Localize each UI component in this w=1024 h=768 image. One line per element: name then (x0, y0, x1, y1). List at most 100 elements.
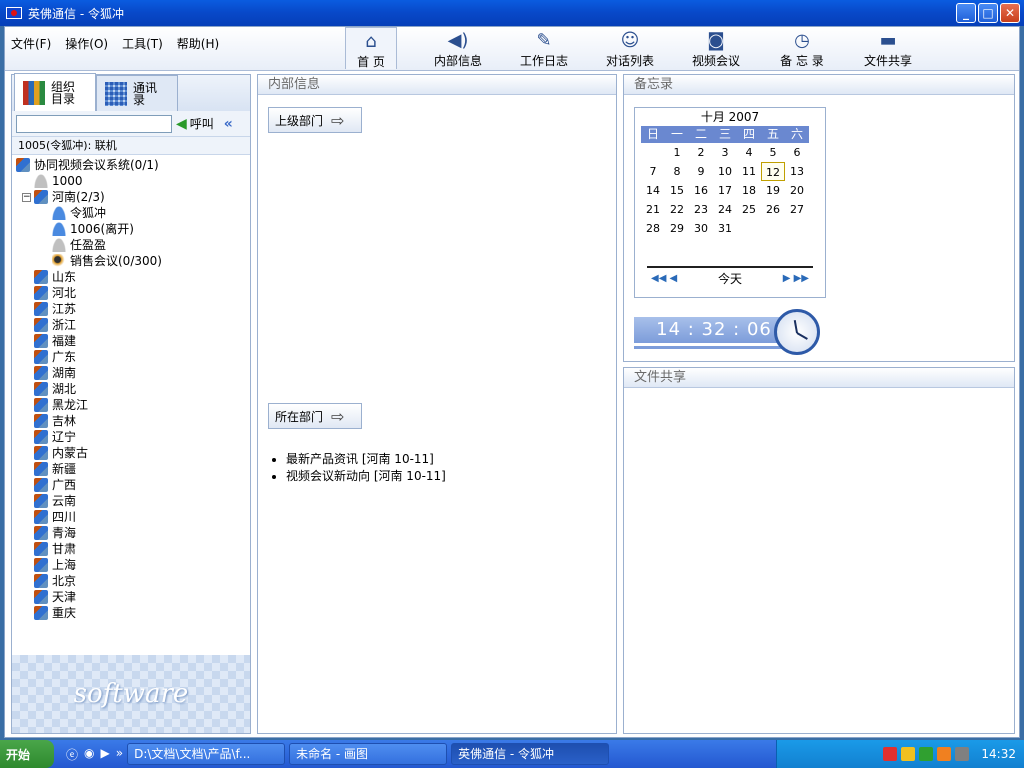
next-year-icon[interactable]: ▶ ▶▶ (783, 273, 809, 284)
tray-clock[interactable]: 14:32 (981, 747, 1016, 761)
tray-icon[interactable] (937, 747, 952, 761)
tree-node[interactable]: 广西 (12, 477, 250, 493)
calendar-day[interactable]: 21 (641, 200, 665, 219)
collapse-icon[interactable]: « (224, 116, 233, 132)
calendar-day[interactable]: 13 (785, 162, 809, 181)
toolbar-video-meeting[interactable]: ◙ 视频会议 (673, 27, 759, 69)
menu-tools[interactable]: 工具(T) (122, 35, 163, 52)
prev-year-icon[interactable]: ◀◀ ◀ (651, 273, 677, 284)
tree-node[interactable]: 1006(离开) (12, 221, 250, 237)
toolbar-work-log[interactable]: ✎ 工作日志 (501, 27, 587, 69)
calendar-day[interactable]: 18 (737, 181, 761, 200)
calendar-day[interactable]: 3 (713, 143, 737, 162)
tree-node[interactable]: 云南 (12, 493, 250, 509)
calendar-day[interactable]: 24 (713, 200, 737, 219)
tree-node[interactable]: 协同视频会议系统(0/1) (12, 157, 250, 173)
calendar-day[interactable]: 29 (665, 219, 689, 238)
tree-node[interactable]: 内蒙古 (12, 445, 250, 461)
calendar-day[interactable]: 19 (761, 181, 785, 200)
tree-node[interactable]: 浙江 (12, 317, 250, 333)
tree-node[interactable]: 北京 (12, 573, 250, 589)
ie-icon[interactable]: ⓔ (66, 746, 78, 763)
tab-contacts[interactable]: 通讯 录 (96, 75, 178, 111)
tree-node[interactable]: 广东 (12, 349, 250, 365)
tree-node[interactable]: 上海 (12, 557, 250, 573)
close-button[interactable]: ✕ (1000, 3, 1020, 23)
tree-node[interactable]: 天津 (12, 589, 250, 605)
tree-node[interactable]: 甘肃 (12, 541, 250, 557)
tree-node[interactable]: 销售会议(0/300) (12, 253, 250, 269)
tree-node[interactable]: 任盈盈 (12, 237, 250, 253)
calendar-day[interactable]: 4 (737, 143, 761, 162)
menu-file[interactable]: 文件(F) (11, 35, 51, 52)
calendar-day[interactable]: 25 (737, 200, 761, 219)
tree-node[interactable]: 重庆 (12, 605, 250, 621)
toolbar-chat-list[interactable]: ☺ 对话列表 (587, 27, 673, 69)
calendar-day[interactable]: 7 (641, 162, 665, 181)
tree-node[interactable]: 1000 (12, 173, 250, 189)
tree-node[interactable]: 湖南 (12, 365, 250, 381)
tree-node[interactable]: 山东 (12, 269, 250, 285)
tree-node[interactable]: 新疆 (12, 461, 250, 477)
calendar-day[interactable]: 12 (761, 162, 785, 181)
start-button[interactable]: 开始 (0, 740, 54, 768)
calendar-day[interactable]: 16 (689, 181, 713, 200)
calendar-day[interactable]: 5 (761, 143, 785, 162)
menu-help[interactable]: 帮助(H) (177, 35, 219, 52)
tray-icon[interactable] (919, 747, 934, 761)
upper-dept-button[interactable]: 上级部门 ⇨ (268, 107, 362, 133)
tree-node[interactable]: 黑龙江 (12, 397, 250, 413)
tree-expander-icon[interactable]: − (22, 192, 31, 202)
tree-node[interactable]: 四川 (12, 509, 250, 525)
calendar-day[interactable]: 2 (689, 143, 713, 162)
toolbar-home[interactable]: ⌂ 首 页 (345, 27, 397, 69)
tree-node[interactable]: 辽宁 (12, 429, 250, 445)
calendar-day[interactable]: 20 (785, 181, 809, 200)
calendar-day[interactable]: 15 (665, 181, 689, 200)
tree-node[interactable]: − 河南(2/3) (12, 189, 250, 205)
calendar-day[interactable]: 28 (641, 219, 665, 238)
today-button[interactable]: 今天 (718, 270, 742, 287)
tree-node[interactable]: 福建 (12, 333, 250, 349)
menu-operate[interactable]: 操作(O) (65, 35, 108, 52)
calendar-day[interactable]: 31 (713, 219, 737, 238)
toolbar-file-share[interactable]: ▬ 文件共享 (845, 27, 931, 69)
tree-node[interactable]: 青海 (12, 525, 250, 541)
calendar-day[interactable]: 11 (737, 162, 761, 181)
taskbar-item-paint[interactable]: 未命名 - 画图 (289, 743, 448, 765)
minimize-button[interactable]: _ (956, 3, 976, 23)
call-button[interactable]: ◀ 呼叫 (176, 115, 214, 132)
toolbar-internal-info[interactable]: ◀) 内部信息 (415, 27, 501, 69)
calendar-day[interactable]: 6 (785, 143, 809, 162)
calendar-day[interactable]: 26 (761, 200, 785, 219)
tray-icon[interactable] (901, 747, 916, 761)
calendar-day[interactable]: 22 (665, 200, 689, 219)
tree-node[interactable]: 江苏 (12, 301, 250, 317)
tree-node[interactable]: 吉林 (12, 413, 250, 429)
tree-node[interactable]: 令狐冲 (12, 205, 250, 221)
maximize-button[interactable]: □ (978, 3, 998, 23)
calendar-day[interactable]: 1 (665, 143, 689, 162)
tree-node[interactable]: 河北 (12, 285, 250, 301)
media-icon[interactable]: ▶ (101, 746, 110, 763)
tree-node[interactable]: 湖北 (12, 381, 250, 397)
browser-icon[interactable]: ◉ (84, 746, 94, 763)
taskbar-item-app[interactable]: 英佛通信 - 令狐冲 (451, 743, 610, 765)
title-bar[interactable]: 英佛通信 - 令狐冲 _ □ ✕ (0, 0, 1024, 26)
quick-launch-more-icon[interactable]: » (116, 746, 123, 763)
calendar-day[interactable]: 27 (785, 200, 809, 219)
calendar-day[interactable]: 14 (641, 181, 665, 200)
calendar-day[interactable]: 30 (689, 219, 713, 238)
news-item[interactable]: 最新产品资讯 [河南 10-11] (286, 451, 446, 468)
tab-organization[interactable]: 组织 目录 (14, 73, 96, 111)
calendar-day[interactable]: 9 (689, 162, 713, 181)
tray-icon[interactable] (883, 747, 898, 761)
calendar-day[interactable]: 8 (665, 162, 689, 181)
calendar-day[interactable]: 17 (713, 181, 737, 200)
calendar-day[interactable]: 10 (713, 162, 737, 181)
news-item[interactable]: 视频会议新动向 [河南 10-11] (286, 468, 446, 485)
current-dept-button[interactable]: 所在部门 ⇨ (268, 403, 362, 429)
calendar-day[interactable]: 23 (689, 200, 713, 219)
tray-icon[interactable] (955, 747, 970, 761)
search-input[interactable] (16, 114, 172, 133)
